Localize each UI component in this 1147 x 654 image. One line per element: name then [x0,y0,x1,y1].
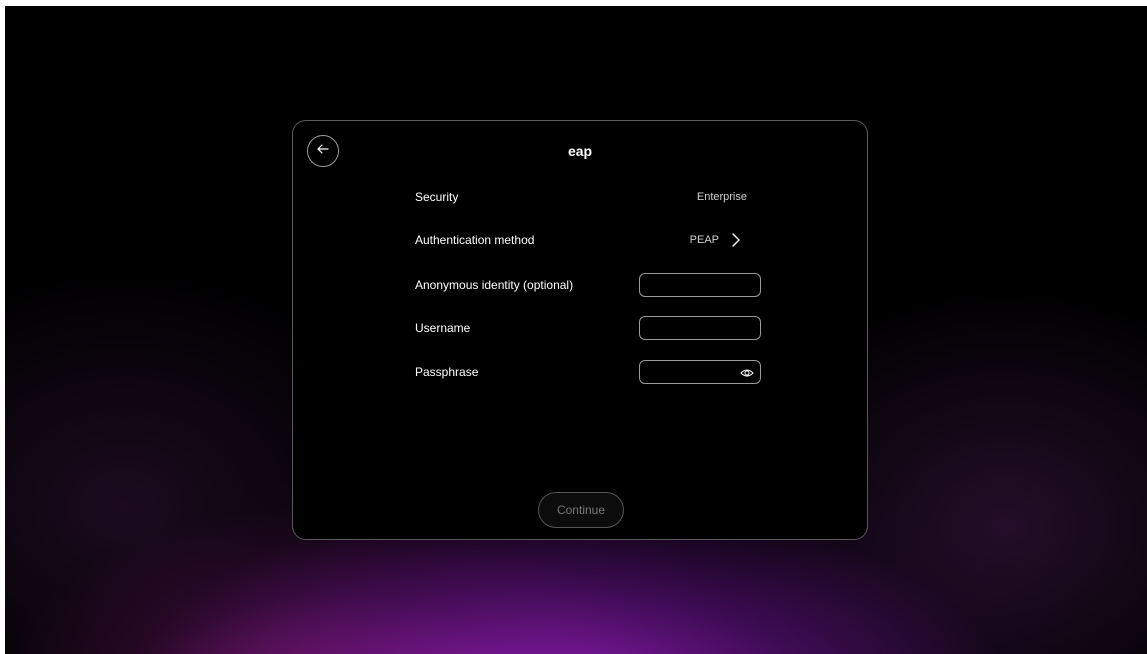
anonymous-identity-input[interactable] [639,273,761,297]
username-input[interactable] [639,316,761,340]
continue-button[interactable]: Continue [538,492,624,528]
anonymous-identity-row: Anonymous identity (optional) [415,272,761,298]
auth-method-selector[interactable]: PEAP [690,233,741,247]
passphrase-field [639,360,761,384]
passphrase-label: Passphrase [415,365,479,379]
eap-settings-dialog: eap Security Enterprise Authentication m… [292,120,868,540]
username-label: Username [415,321,471,335]
passphrase-row: Passphrase [415,359,761,385]
security-label: Security [415,190,459,204]
auth-method-value: PEAP [689,234,719,246]
chevron-right-icon [731,233,741,247]
security-value: Enterprise [696,191,747,203]
auth-method-row[interactable]: Authentication method PEAP [415,227,761,253]
screen-background: eap Security Enterprise Authentication m… [5,6,1147,654]
auth-method-label: Authentication method [415,233,535,247]
anonymous-identity-label: Anonymous identity (optional) [415,278,574,292]
security-row: Security Enterprise [415,184,761,210]
eye-icon[interactable] [740,366,754,378]
username-row: Username [415,315,761,341]
dialog-title: eap [567,143,593,159]
